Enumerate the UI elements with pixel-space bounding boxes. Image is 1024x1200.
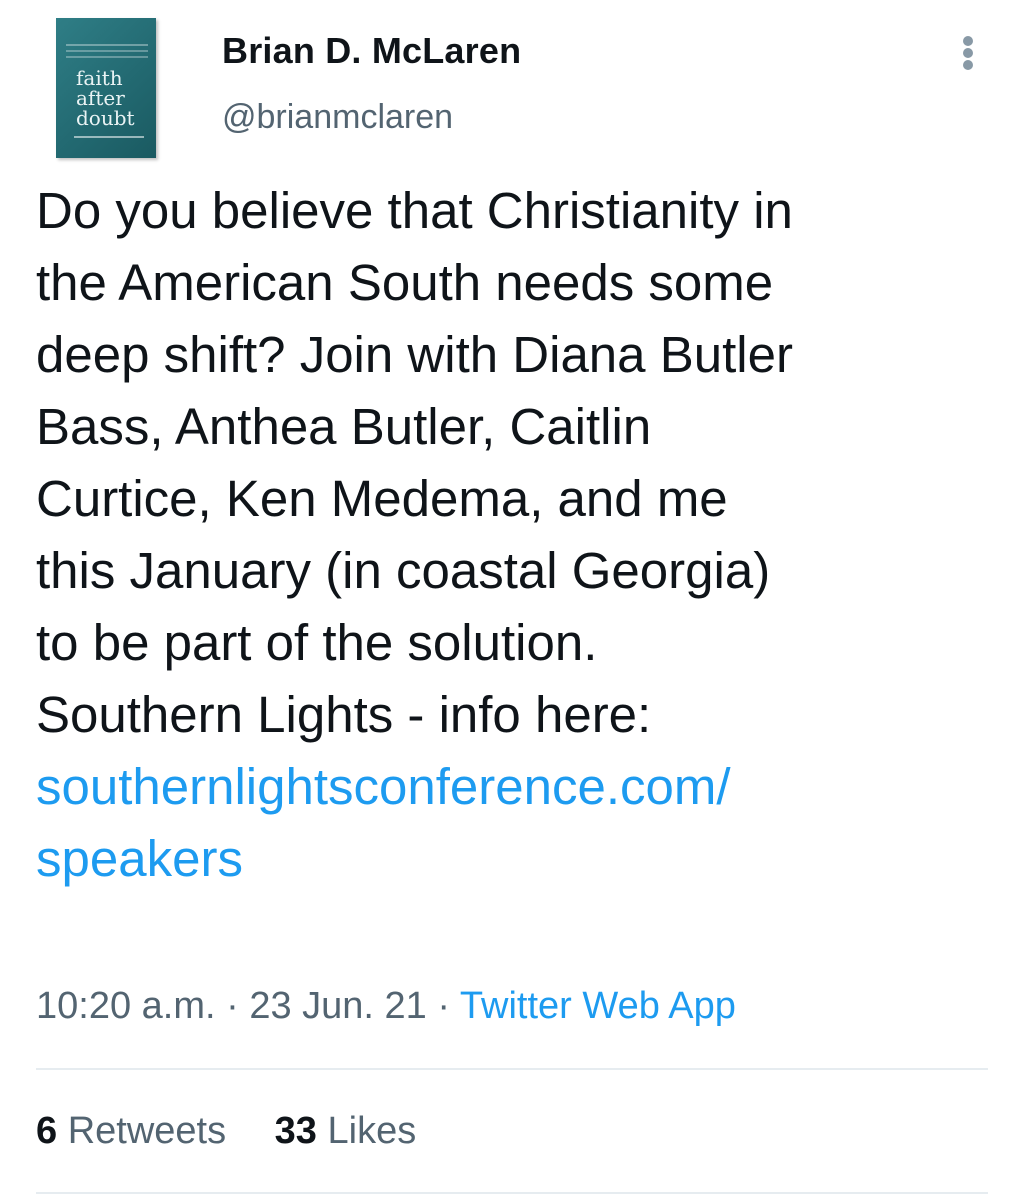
avatar[interactable]: faith after doubt (56, 18, 156, 158)
tweet-text-line: to be part of the solution. (36, 614, 598, 671)
tweet-text-line: Southern Lights - info here: (36, 686, 652, 743)
tweet-text-line: the American South needs some (36, 254, 774, 311)
dot (963, 36, 973, 46)
meta-separator: · (437, 985, 451, 1027)
avatar-book-title-line: after (76, 86, 125, 110)
book-cover-line (74, 136, 144, 138)
author-name[interactable]: Brian D. McLaren (222, 30, 521, 72)
book-cover-line (66, 56, 148, 58)
avatar-book-title-line: faith (76, 66, 123, 90)
author-handle[interactable]: @brianmclaren (222, 98, 453, 137)
dot (963, 48, 973, 58)
tweet-time[interactable]: 10:20 a.m. (36, 985, 216, 1027)
retweets-label: Retweets (67, 1110, 227, 1152)
tweet-text-line: Curtice, Ken Medema, and me (36, 470, 728, 527)
tweet-date[interactable]: 23 Jun. 21 (249, 985, 426, 1027)
dot (963, 60, 973, 70)
retweets-count: 6 (36, 1110, 58, 1152)
tweet-text-line: deep shift? Join with Diana Butler (36, 326, 793, 383)
retweets-stat[interactable]: 6 Retweets (36, 1110, 237, 1152)
likes-label: Likes (327, 1110, 417, 1152)
tweet-text-line: Bass, Anthea Butler, Caitlin (36, 398, 652, 455)
tweet-card: faith after doubt Brian D. McLaren @bria… (0, 0, 1024, 1200)
tweet-link[interactable]: speakers (36, 823, 996, 895)
likes-stat[interactable]: 33 Likes (275, 1110, 417, 1152)
divider (36, 1068, 988, 1070)
tweet-source-link[interactable]: Twitter Web App (460, 985, 736, 1027)
book-cover-line (66, 50, 148, 52)
tweet-text: Do you believe that Christianity in the … (36, 175, 996, 895)
tweet-link[interactable]: southernlightsconference.com/ (36, 751, 996, 823)
avatar-book-title: faith after doubt (76, 68, 146, 128)
meta-separator: · (226, 985, 239, 1027)
book-cover-line (66, 44, 148, 46)
tweet-text-line: this January (in coastal Georgia) (36, 542, 771, 599)
more-vertical-icon[interactable] (958, 36, 978, 70)
tweet-text-line: Do you believe that Christianity in (36, 182, 793, 239)
likes-count: 33 (274, 1110, 317, 1152)
divider (36, 1192, 988, 1194)
tweet-stats: 6 Retweets 33 Likes (36, 1110, 454, 1153)
tweet-meta: 10:20 a.m. · 23 Jun. 21 · Twitter Web Ap… (36, 985, 736, 1028)
avatar-book-title-line: doubt (76, 106, 135, 130)
